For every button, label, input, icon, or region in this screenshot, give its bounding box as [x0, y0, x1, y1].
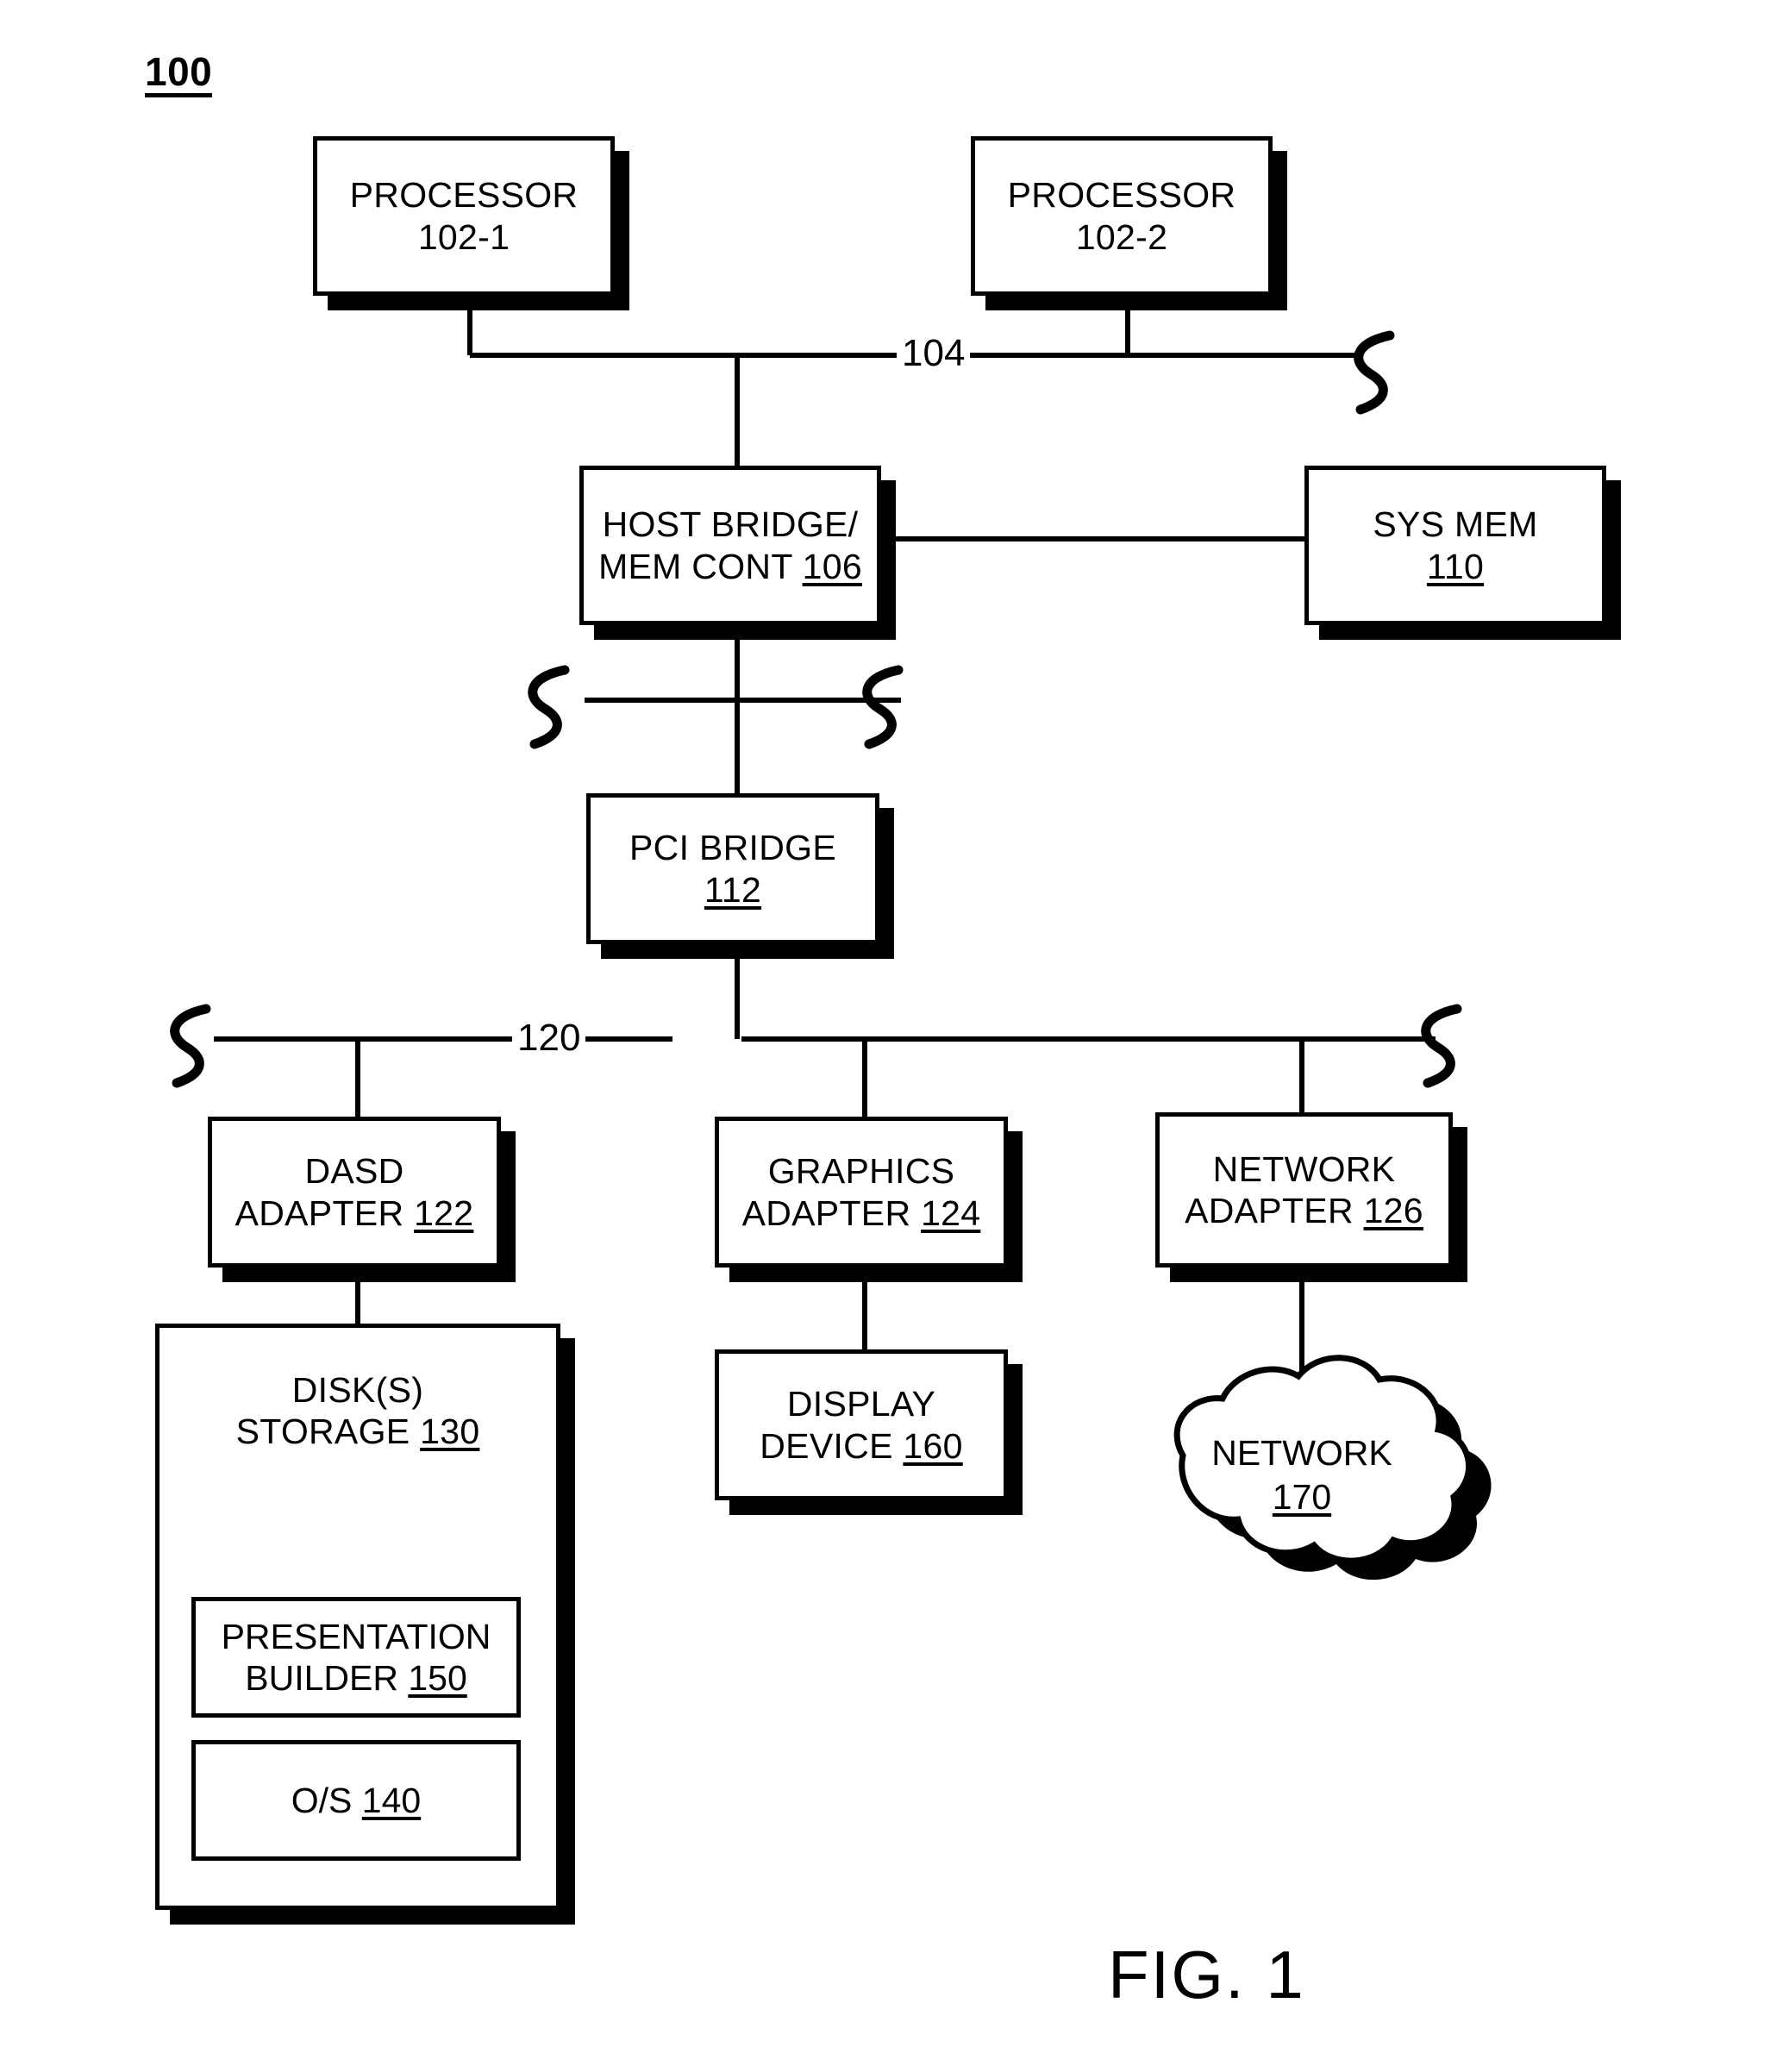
node-pci-bridge[interactable]: PCI BRIDGE 112	[586, 793, 879, 944]
node-display-device[interactable]: DISPLAY DEVICE 160	[715, 1349, 1008, 1500]
disk-storage-title-line2-text: STORAGE	[235, 1412, 421, 1452]
node-processor-1[interactable]: PROCESSOR 102-1	[313, 136, 615, 296]
node-dasd-adapter[interactable]: DASD ADAPTER 122	[208, 1117, 501, 1268]
network-adapter-title-line1: NETWORK	[1212, 1149, 1396, 1189]
pci-bridge-title: PCI BRIDGE	[629, 828, 836, 868]
node-operating-system[interactable]: O/S 140	[191, 1740, 521, 1861]
host-bridge-title-line2: MEM CONT 106	[598, 546, 862, 587]
network-adapter-ref: 126	[1363, 1191, 1423, 1230]
network-cloud-title: NETWORK	[1211, 1433, 1392, 1473]
disk-storage-title-line2: STORAGE 130	[236, 1411, 480, 1452]
presentation-builder-title-line1: PRESENTATION	[221, 1616, 491, 1656]
node-sys-mem[interactable]: SYS MEM 110	[1304, 466, 1606, 625]
network-cloud-label: NETWORK 170	[1190, 1431, 1414, 1520]
disk-storage-ref: 130	[420, 1412, 480, 1452]
presentation-builder-title-line2-text: BUILDER	[245, 1658, 409, 1698]
graphics-adapter-title-line2-text: ADAPTER	[741, 1192, 922, 1233]
processor-2-ref: 102-2	[1075, 216, 1168, 257]
pci-bridge-ref: 112	[704, 869, 762, 910]
host-bridge-title-line1: HOST BRIDGE/	[602, 504, 859, 545]
break-symbol-bus120-left	[170, 1004, 211, 1088]
presentation-builder-title-line2: BUILDER 150	[245, 1657, 467, 1699]
bus-label-104: 104	[897, 335, 971, 372]
node-presentation-builder[interactable]: PRESENTATION BUILDER 150	[191, 1597, 521, 1718]
presentation-builder-ref: 150	[408, 1658, 467, 1698]
processor-1-ref: 102-1	[417, 216, 510, 257]
break-symbol-bus104-right	[1354, 330, 1395, 415]
display-device-title-line2-text: DEVICE	[760, 1425, 904, 1466]
figure-number: 100	[145, 52, 213, 97]
break-symbol-bus120-right	[1421, 1004, 1462, 1088]
network-adapter-title-line2: ADAPTER 126	[1185, 1190, 1423, 1231]
processor-1-title: PROCESSOR	[349, 175, 579, 216]
dasd-adapter-title-line1: DASD	[304, 1151, 404, 1192]
node-host-bridge[interactable]: HOST BRIDGE/ MEM CONT 106	[579, 466, 881, 625]
sys-mem-title: SYS MEM	[1373, 504, 1538, 545]
network-adapter-title-line2-text: ADAPTER	[1185, 1191, 1364, 1230]
dasd-adapter-title-line2: ADAPTER 122	[235, 1192, 474, 1234]
graphics-adapter-title-line1: GRAPHICS	[767, 1151, 955, 1192]
node-processor-2[interactable]: PROCESSOR 102-2	[971, 136, 1273, 296]
dasd-adapter-ref: 122	[414, 1192, 474, 1233]
break-symbol-midbus-left	[528, 665, 570, 749]
operating-system-ref: 140	[361, 1780, 422, 1820]
figure-caption: FIG. 1	[1108, 1937, 1305, 2013]
network-cloud-ref: 170	[1272, 1477, 1332, 1518]
sys-mem-ref: 110	[1426, 546, 1485, 586]
display-device-title-line1: DISPLAY	[786, 1384, 936, 1424]
bus-label-120: 120	[512, 1019, 586, 1057]
graphics-adapter-title-line2: ADAPTER 124	[742, 1192, 981, 1234]
host-bridge-ref: 106	[802, 546, 862, 586]
display-device-title-line2: DEVICE 160	[760, 1425, 962, 1467]
dasd-adapter-title-line2-text: ADAPTER	[235, 1192, 415, 1233]
host-bridge-title-line2-text: MEM CONT	[598, 546, 803, 586]
node-network-adapter[interactable]: NETWORK ADAPTER 126	[1155, 1112, 1453, 1268]
graphics-adapter-ref: 124	[921, 1192, 981, 1233]
operating-system-title: O/S	[291, 1780, 362, 1820]
display-device-ref: 160	[903, 1425, 963, 1466]
break-symbol-midbus-right	[862, 665, 904, 749]
patent-figure-1: 100 PROCESSOR 102-1 PROCESSOR 102-2 104 …	[0, 0, 1789, 2072]
node-graphics-adapter[interactable]: GRAPHICS ADAPTER 124	[715, 1117, 1008, 1268]
operating-system-label: O/S 140	[291, 1780, 421, 1821]
disk-storage-title-line1: DISK(S)	[291, 1370, 424, 1410]
processor-2-title: PROCESSOR	[1007, 175, 1236, 216]
